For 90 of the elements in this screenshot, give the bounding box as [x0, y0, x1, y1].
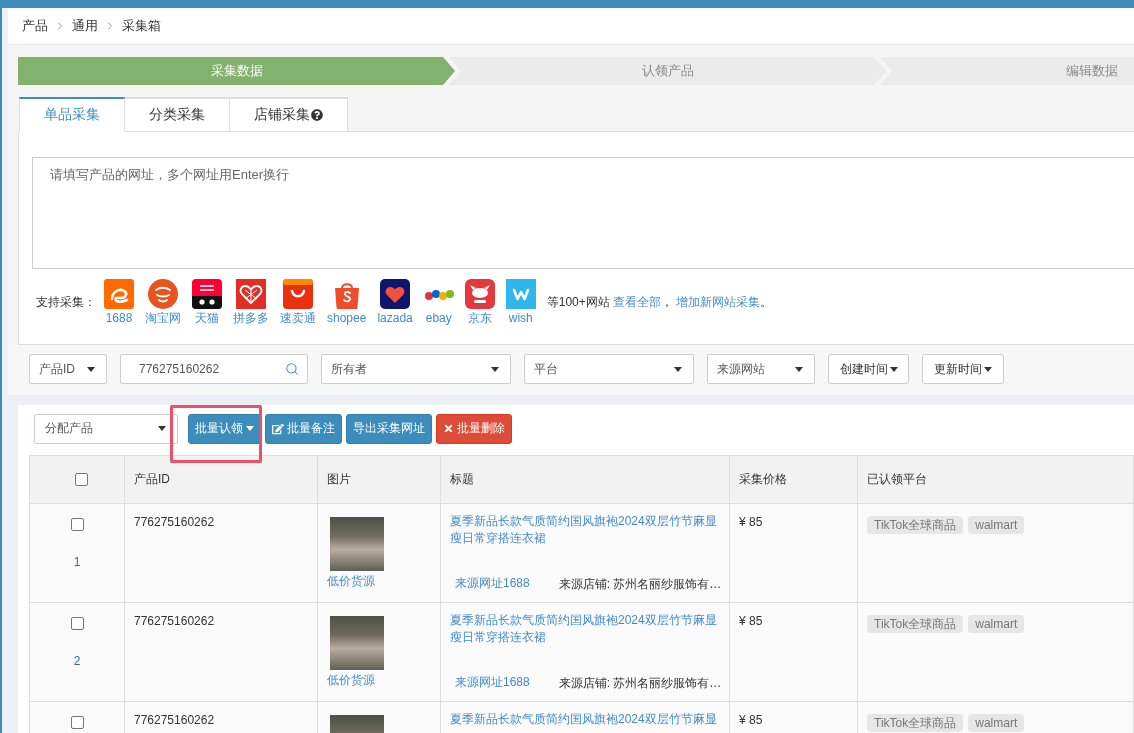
dog-logo-icon[interactable] [464, 279, 495, 309]
platform-link[interactable]: lazada [377, 311, 413, 325]
product-id: 776275160262 [134, 614, 215, 628]
platform-tag: walmart [968, 516, 1025, 534]
source-shop-text: 来源店铺: 苏州名丽纱服饰有… [558, 576, 722, 591]
platform-tag: walmart [968, 714, 1025, 732]
dropdown-button[interactable]: 更新时间 [922, 354, 1004, 384]
product-title-link[interactable]: 夏季新品长款气质简约国风旗袍2024双层竹节麻显 [450, 711, 720, 728]
help-icon[interactable] [311, 109, 323, 121]
column-header: 采集价格 [739, 471, 787, 488]
caret-icon [795, 366, 803, 372]
circle-logo-icon[interactable] [148, 279, 178, 309]
breadcrumb-item[interactable]: 通用 [72, 17, 98, 35]
export-button[interactable]: 导出采集网址 [346, 413, 432, 444]
column-header: 已认领平台 [867, 471, 927, 488]
dropdown-button[interactable]: 批量认领 [188, 413, 261, 444]
photo-placeholder[interactable] [330, 616, 384, 670]
platform-link[interactable]: 1688 [105, 311, 133, 325]
platform-link[interactable]: 速卖通 [280, 311, 316, 325]
checkbox[interactable] [75, 473, 88, 486]
breadcrumb-item[interactable]: 产品 [22, 17, 48, 35]
tab[interactable]: 分类采集 [125, 97, 230, 132]
platform-link[interactable]: ebay [425, 311, 452, 325]
url-input[interactable]: 请填写产品的网址，多个网址用Enter换行 [32, 157, 1134, 269]
row-number: 1 [73, 555, 81, 569]
source-shop-text: 来源店铺: 苏州名丽纱服饰有… [558, 675, 722, 690]
heart-tile-logo-icon[interactable] [380, 279, 411, 309]
platform-tag: TikTok全球商品 [867, 516, 964, 534]
price-text: ¥ 85 [739, 515, 763, 529]
note-link[interactable]: 查看全部 [613, 295, 662, 309]
caret-icon [246, 426, 254, 431]
dropdown-button[interactable]: 创建时间 [828, 354, 909, 384]
product-title-link[interactable]: 夏季新品长款气质简约国风旗袍2024双层竹节麻显瘦日常穿搭连衣裙 [450, 612, 720, 646]
price-text: ¥ 85 [739, 614, 763, 628]
platform-link[interactable]: shopee [327, 311, 367, 325]
note-link[interactable]: 增加新网站采集 [676, 295, 761, 309]
checkbox[interactable] [70, 518, 84, 531]
platform-tag: TikTok全球商品 [867, 714, 964, 732]
filter-select[interactable]: 产品ID [29, 354, 107, 384]
platform-link[interactable]: 天猫 [195, 311, 219, 325]
checkbox[interactable] [70, 716, 84, 729]
product-title-link[interactable]: 夏季新品长款气质简约国风旗袍2024双层竹节麻显瘦日常穿搭连衣裙 [450, 513, 720, 547]
platform-link[interactable]: 拼多多 [233, 311, 269, 325]
support-note: 等100+网站 查看全部， 增加新网站采集。 [546, 294, 773, 311]
product-id: 776275160262 [134, 713, 215, 727]
filter-select[interactable]: 所有者 [321, 354, 511, 384]
product-id: 776275160262 [134, 515, 215, 529]
search-field[interactable]: 776275160262 [120, 354, 308, 384]
platform-tag: walmart [968, 615, 1025, 633]
caret-icon [984, 366, 992, 372]
progress-step: 认领产品 [449, 57, 886, 85]
assign-select[interactable]: 分配产品 [34, 413, 178, 444]
source-link[interactable]: 来源网址1688 [455, 575, 530, 592]
price-text: ¥ 85 [739, 713, 763, 727]
low-price-link[interactable]: 低价货源 [327, 574, 375, 588]
delete-button[interactable]: 批量删除 [436, 413, 512, 444]
row-number: 2 [73, 654, 81, 668]
progress-step: 编辑数据 [880, 57, 1134, 85]
smile-logo-icon[interactable] [283, 279, 313, 309]
caret-icon [491, 366, 499, 372]
platform-link[interactable]: 淘宝网 [145, 311, 181, 325]
caret-icon [87, 366, 95, 372]
filter-select[interactable]: 平台 [524, 354, 694, 384]
zigzag-logo-icon[interactable] [505, 279, 536, 309]
low-price-link[interactable]: 低价货源 [327, 673, 375, 687]
cat-face-logo-icon[interactable] [192, 279, 222, 309]
swirl-logo-icon[interactable] [104, 279, 134, 309]
platform-link[interactable]: wish [508, 311, 533, 325]
breadcrumb-item: 采集箱 [122, 17, 161, 35]
close-icon [443, 423, 454, 434]
column-header: 产品ID [134, 471, 170, 488]
caret-icon [674, 366, 682, 372]
tab[interactable]: 单品采集 [19, 97, 125, 132]
filter-select[interactable]: 来源网站 [707, 354, 815, 384]
edit-icon [272, 422, 284, 435]
column-header: 图片 [327, 471, 351, 488]
column-header: 标题 [450, 471, 474, 488]
progress-step: 采集数据 [18, 57, 455, 85]
platform-tag: TikTok全球商品 [867, 615, 964, 633]
caret-icon [158, 426, 166, 431]
heart-logo-icon[interactable] [236, 279, 266, 309]
source-link[interactable]: 来源网址1688 [455, 674, 530, 691]
checkbox[interactable] [70, 617, 84, 630]
note-button[interactable]: 批量备注 [265, 413, 342, 444]
search-icon[interactable] [285, 362, 299, 376]
photo-placeholder[interactable] [330, 517, 384, 571]
caret-icon [889, 366, 898, 372]
platform-link[interactable]: 京东 [467, 311, 492, 325]
support-label: 支持采集： [36, 294, 96, 311]
tab[interactable]: 店铺采集 [230, 97, 348, 132]
